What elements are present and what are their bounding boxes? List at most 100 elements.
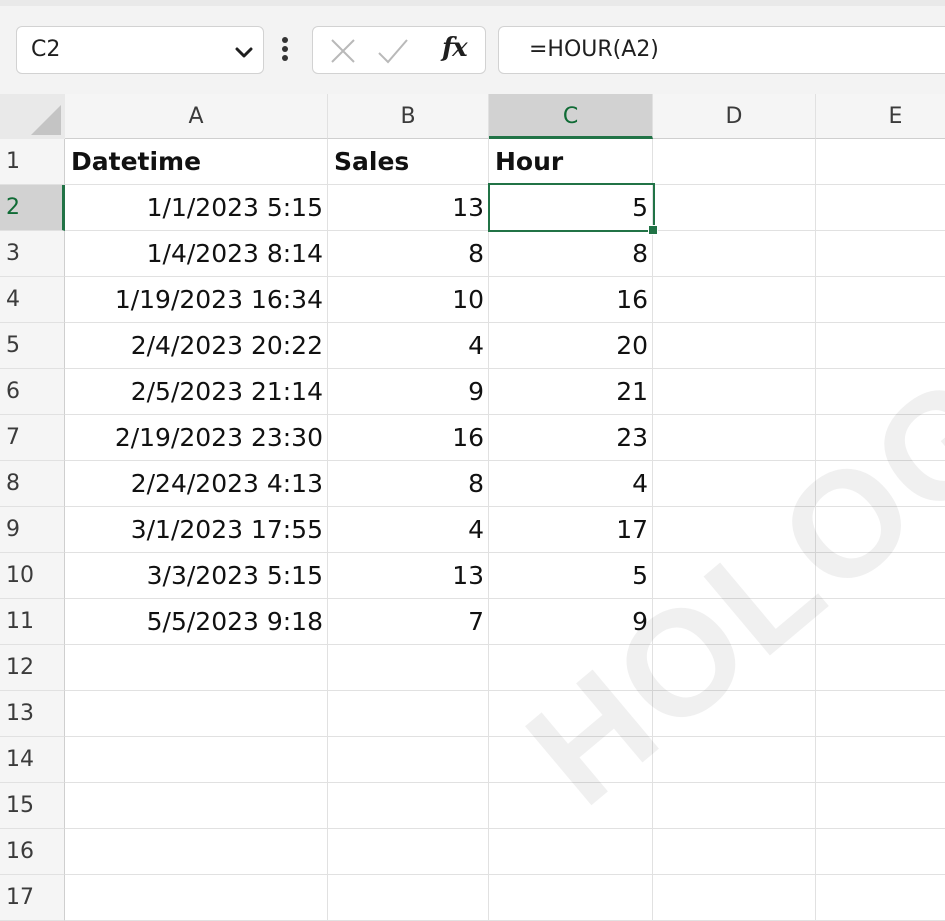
vertical-dots-icon[interactable]	[281, 36, 289, 66]
cell-b17[interactable]	[328, 875, 489, 921]
row-header-7[interactable]: 7	[0, 415, 65, 461]
cell-b9[interactable]: 4	[328, 507, 489, 553]
row-header-17[interactable]: 17	[0, 875, 65, 921]
row-header-1[interactable]: 1	[0, 139, 65, 185]
column-header-d[interactable]: D	[653, 94, 816, 139]
cell-d8[interactable]	[653, 461, 816, 507]
cell-a6[interactable]: 2/5/2023 21:14	[65, 369, 328, 415]
cell-c8[interactable]: 4	[489, 461, 653, 507]
row-header-2[interactable]: 2	[0, 185, 65, 231]
row-header-11[interactable]: 11	[0, 599, 65, 645]
cell-e17[interactable]	[816, 875, 945, 921]
cell-d4[interactable]	[653, 277, 816, 323]
cell-a13[interactable]	[65, 691, 328, 737]
row-header-13[interactable]: 13	[0, 691, 65, 737]
cell-c16[interactable]	[489, 829, 653, 875]
cell-a15[interactable]	[65, 783, 328, 829]
cell-d6[interactable]	[653, 369, 816, 415]
select-all-corner[interactable]	[0, 94, 65, 139]
cell-a9[interactable]: 3/1/2023 17:55	[65, 507, 328, 553]
cell-c3[interactable]: 8	[489, 231, 653, 277]
row-header-15[interactable]: 15	[0, 783, 65, 829]
column-header-e[interactable]: E	[816, 94, 945, 139]
cell-a7[interactable]: 2/19/2023 23:30	[65, 415, 328, 461]
row-header-4[interactable]: 4	[0, 277, 65, 323]
cell-d7[interactable]	[653, 415, 816, 461]
cell-a12[interactable]	[65, 645, 328, 691]
row-header-12[interactable]: 12	[0, 645, 65, 691]
cell-e1[interactable]	[816, 139, 945, 185]
cell-c7[interactable]: 23	[489, 415, 653, 461]
cell-b1[interactable]: Sales	[328, 139, 489, 185]
column-header-a[interactable]: A	[65, 94, 328, 139]
cell-e2[interactable]	[816, 185, 945, 231]
cell-b5[interactable]: 4	[328, 323, 489, 369]
name-box[interactable]: C2	[16, 26, 264, 74]
cell-b11[interactable]: 7	[328, 599, 489, 645]
cell-e13[interactable]	[816, 691, 945, 737]
cancel-x-icon[interactable]	[329, 37, 357, 69]
row-header-14[interactable]: 14	[0, 737, 65, 783]
cell-b15[interactable]	[328, 783, 489, 829]
cell-b7[interactable]: 16	[328, 415, 489, 461]
cell-e9[interactable]	[816, 507, 945, 553]
cell-b3[interactable]: 8	[328, 231, 489, 277]
cell-b8[interactable]: 8	[328, 461, 489, 507]
cell-c14[interactable]	[489, 737, 653, 783]
cell-d15[interactable]	[653, 783, 816, 829]
cell-a14[interactable]	[65, 737, 328, 783]
cell-e3[interactable]	[816, 231, 945, 277]
cell-c2[interactable]: 5	[489, 185, 653, 231]
chevron-down-icon[interactable]	[235, 44, 253, 63]
row-header-9[interactable]: 9	[0, 507, 65, 553]
cell-c4[interactable]: 16	[489, 277, 653, 323]
cell-c11[interactable]: 9	[489, 599, 653, 645]
cell-d9[interactable]	[653, 507, 816, 553]
cell-d11[interactable]	[653, 599, 816, 645]
cell-a2[interactable]: 1/1/2023 5:15	[65, 185, 328, 231]
cell-a1[interactable]: Datetime	[65, 139, 328, 185]
cell-c13[interactable]	[489, 691, 653, 737]
cell-d14[interactable]	[653, 737, 816, 783]
cell-e5[interactable]	[816, 323, 945, 369]
cell-a8[interactable]: 2/24/2023 4:13	[65, 461, 328, 507]
cell-a10[interactable]: 3/3/2023 5:15	[65, 553, 328, 599]
cell-d12[interactable]	[653, 645, 816, 691]
cell-a3[interactable]: 1/4/2023 8:14	[65, 231, 328, 277]
cell-b13[interactable]	[328, 691, 489, 737]
checkmark-icon[interactable]	[377, 37, 409, 69]
column-header-c[interactable]: C	[489, 94, 653, 139]
cell-d16[interactable]	[653, 829, 816, 875]
cell-e12[interactable]	[816, 645, 945, 691]
cell-c12[interactable]	[489, 645, 653, 691]
cell-d10[interactable]	[653, 553, 816, 599]
cell-d1[interactable]	[653, 139, 816, 185]
cell-b12[interactable]	[328, 645, 489, 691]
fx-icon[interactable]: fx	[442, 33, 468, 63]
cell-a11[interactable]: 5/5/2023 9:18	[65, 599, 328, 645]
cell-c6[interactable]: 21	[489, 369, 653, 415]
cell-e11[interactable]	[816, 599, 945, 645]
row-header-10[interactable]: 10	[0, 553, 65, 599]
cell-e7[interactable]	[816, 415, 945, 461]
cell-b14[interactable]	[328, 737, 489, 783]
cell-a4[interactable]: 1/19/2023 16:34	[65, 277, 328, 323]
cell-e14[interactable]	[816, 737, 945, 783]
cell-c9[interactable]: 17	[489, 507, 653, 553]
row-header-5[interactable]: 5	[0, 323, 65, 369]
cell-e16[interactable]	[816, 829, 945, 875]
cell-d3[interactable]	[653, 231, 816, 277]
cell-b4[interactable]: 10	[328, 277, 489, 323]
cell-b2[interactable]: 13	[328, 185, 489, 231]
cell-a16[interactable]	[65, 829, 328, 875]
cell-c15[interactable]	[489, 783, 653, 829]
cell-e10[interactable]	[816, 553, 945, 599]
cell-c17[interactable]	[489, 875, 653, 921]
formula-input[interactable]: =HOUR(A2)	[498, 26, 945, 74]
cell-e4[interactable]	[816, 277, 945, 323]
cell-e6[interactable]	[816, 369, 945, 415]
row-header-6[interactable]: 6	[0, 369, 65, 415]
cell-b16[interactable]	[328, 829, 489, 875]
cell-c10[interactable]: 5	[489, 553, 653, 599]
row-header-16[interactable]: 16	[0, 829, 65, 875]
